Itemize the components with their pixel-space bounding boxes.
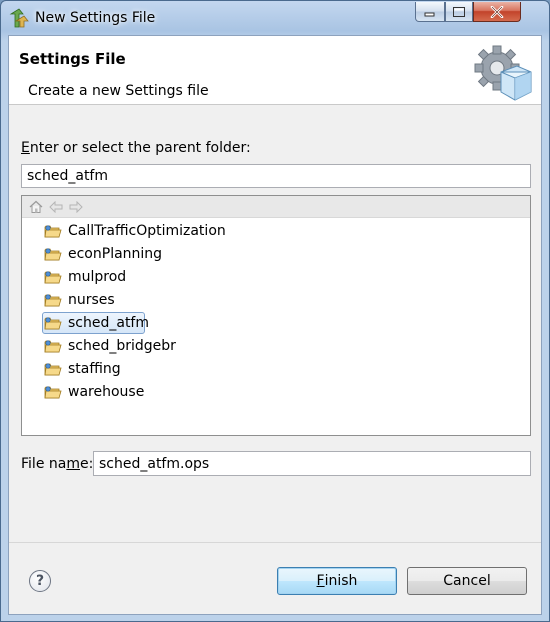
folder-item-label: sched_bridgebr (68, 338, 176, 354)
folder-item-label: warehouse (68, 384, 145, 400)
project-folder-icon (44, 338, 62, 354)
folder-list: CallTrafficOptimization econPlanning mulpr… (22, 220, 530, 404)
folder-item-label: staffing (68, 361, 121, 377)
folder-item[interactable]: staffing (22, 358, 530, 381)
folder-item-label: sched_atfm (68, 315, 149, 331)
folder-item[interactable]: sched_bridgebr (22, 335, 530, 358)
folder-item-label: CallTrafficOptimization (68, 223, 226, 239)
file-name-label-text: File na (21, 456, 67, 472)
maximize-button[interactable] (445, 2, 473, 22)
project-folder-icon (44, 223, 62, 239)
help-button[interactable]: ? (29, 570, 51, 592)
file-name-label-accel: m (66, 456, 80, 472)
project-folder-icon (44, 246, 62, 262)
file-name-label: File name: (21, 456, 93, 472)
close-button[interactable] (473, 2, 521, 22)
finish-button[interactable]: Finish (277, 567, 397, 595)
settings-gear-cube-icon (471, 42, 533, 104)
dialog-window: New Settings File Settings File Create a… (0, 0, 550, 622)
app-icon (9, 8, 29, 28)
folder-item[interactable]: sched_atfm (22, 312, 530, 335)
file-name-label-rest: e: (79, 456, 94, 472)
header-description: Create a new Settings file (28, 83, 209, 99)
minimize-button[interactable] (415, 2, 445, 22)
title-bar[interactable]: New Settings File (1, 1, 549, 35)
folder-item-label: econPlanning (68, 246, 163, 262)
window-title: New Settings File (35, 10, 156, 26)
footer-separator (9, 542, 541, 543)
close-icon (490, 5, 504, 18)
folder-item[interactable]: econPlanning (22, 243, 530, 266)
parent-folder-label: Enter or select the parent folder: (21, 140, 251, 156)
project-folder-icon (44, 315, 62, 331)
home-icon[interactable] (28, 199, 44, 215)
cancel-button[interactable]: Cancel (407, 567, 527, 595)
file-name-input[interactable] (93, 451, 531, 476)
finish-button-accel: F (316, 573, 325, 589)
finish-button-label: inish (324, 573, 358, 589)
project-folder-icon (44, 361, 62, 377)
tree-toolbar (22, 196, 530, 218)
header-title: Settings File (19, 50, 126, 68)
wizard-header: Settings File Create a new Settings file (9, 36, 541, 105)
minimize-icon (424, 12, 435, 16)
folder-item[interactable]: warehouse (22, 381, 530, 404)
dialog-body: Settings File Create a new Settings file (8, 35, 542, 615)
project-folder-icon (44, 269, 62, 285)
folder-tree[interactable]: CallTrafficOptimization econPlanning mulpr… (21, 195, 531, 436)
forward-arrow-icon[interactable] (68, 199, 84, 215)
folder-item[interactable]: mulprod (22, 266, 530, 289)
parent-folder-input[interactable] (21, 164, 531, 188)
maximize-icon (453, 6, 465, 17)
project-folder-icon (44, 292, 62, 308)
project-folder-icon (44, 384, 62, 400)
parent-folder-label-text: nter or select the parent folder: (29, 140, 251, 156)
parent-folder-label-accel: E (21, 140, 30, 156)
back-arrow-icon[interactable] (48, 199, 64, 215)
folder-item-label: nurses (68, 292, 115, 308)
cancel-button-label: Cancel (443, 573, 491, 589)
folder-item[interactable]: nurses (22, 289, 530, 312)
folder-item[interactable]: CallTrafficOptimization (22, 220, 530, 243)
help-icon: ? (35, 573, 45, 589)
folder-item-label: mulprod (68, 269, 127, 285)
